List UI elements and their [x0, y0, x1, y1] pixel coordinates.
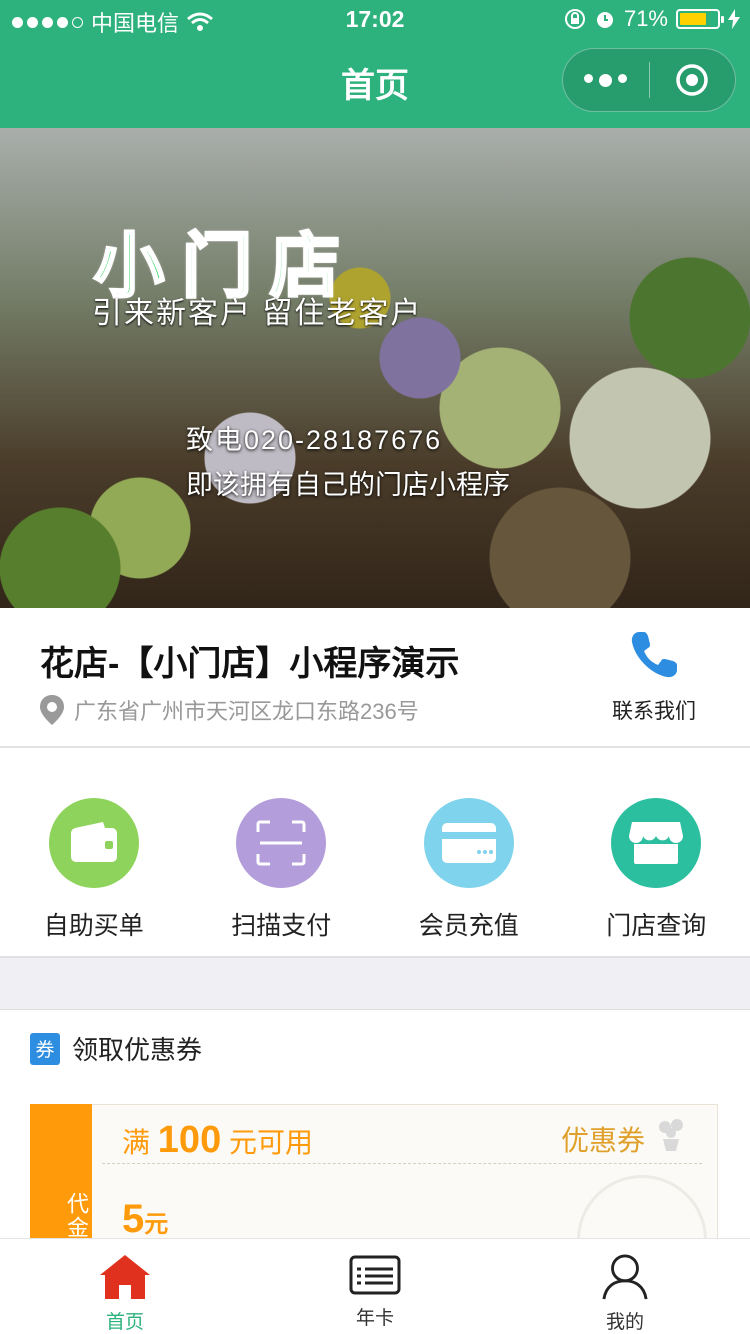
condition-prefix: 满 [122, 1127, 151, 1158]
card-icon [423, 798, 514, 888]
action-label: 自助买单 [43, 912, 144, 940]
rotation-lock-icon [564, 9, 585, 29]
action-label: 会员充值 [418, 912, 519, 940]
flower-pot-icon [659, 1119, 683, 1151]
coupon-stamp [577, 1175, 707, 1238]
coupon-tag: 代金券 [30, 1104, 92, 1238]
coupon-title: 优惠券 [560, 1125, 645, 1156]
coupon-condition: 满 100 元可用 [122, 1119, 313, 1162]
contact-us-label: 联系我们 [612, 700, 696, 723]
shop-address: 广东省广州市天河区龙口东路236号 [74, 699, 419, 724]
coupon-card[interactable]: 代金券 满 100 元可用 优惠券 5元 [30, 1104, 718, 1238]
store-icon [611, 798, 702, 888]
tab-mine[interactable]: 我的 [500, 1239, 750, 1334]
user-icon [602, 1254, 648, 1300]
tab-label: 首页 [105, 1312, 144, 1333]
wallet-icon [48, 798, 139, 888]
action-self-checkout[interactable]: 自助买单 [0, 748, 188, 956]
coupon-body: 满 100 元可用 优惠券 5元 [92, 1104, 718, 1238]
battery-icon [676, 9, 724, 29]
shop-name: 花店-【小门店】小程序演示 [40, 645, 460, 683]
tab-home[interactable]: 首页 [0, 1239, 250, 1334]
banner[interactable]: 小门店 引来新客户 留住老客户 致电020-28187676 即该拥有自己的门店… [0, 128, 750, 608]
tab-bar: 首页 年卡 我的 [0, 1238, 750, 1334]
home-icon [100, 1255, 150, 1299]
amount-unit: 元 [144, 1211, 169, 1238]
action-label: 扫描支付 [231, 912, 332, 940]
status-right: 71% [564, 6, 740, 32]
top-bar: 中国电信 17:02 71% 首页 [0, 0, 750, 128]
amount-value: 5 [122, 1197, 145, 1238]
close-target-icon[interactable] [650, 63, 736, 97]
tab-label: 我的 [605, 1312, 644, 1333]
coupon-section-header: 券 领取优惠券 [30, 1030, 202, 1067]
card-list-icon [349, 1255, 401, 1295]
action-label: 门店查询 [606, 912, 707, 940]
tab-label: 年卡 [355, 1308, 394, 1329]
coupon-section-title: 领取优惠券 [72, 1035, 203, 1065]
shop-address-row[interactable]: 广东省广州市天河区龙口东路236号 [40, 694, 419, 726]
shop-info: 花店-【小门店】小程序演示 广东省广州市天河区龙口东路236号 联系我们 [0, 608, 750, 748]
quick-actions: 自助买单 扫描支付 会员充值 门店查询 [0, 748, 750, 958]
coupon-icon: 券 [30, 1032, 60, 1065]
more-icon[interactable] [563, 73, 649, 87]
coupon-section: 券 领取优惠券 代金券 满 100 元可用 优惠券 5元 [0, 1010, 750, 1238]
alarm-icon [596, 12, 613, 28]
contact-us-button[interactable]: 联系我们 [604, 628, 704, 725]
banner-slogan: 引来新客户 留住老客户 [92, 297, 423, 330]
phone-icon [631, 632, 677, 678]
condition-amount: 100 [157, 1119, 222, 1161]
action-scan-pay[interactable]: 扫描支付 [188, 748, 376, 956]
banner-promo-text: 即该拥有自己的门店小程序 [186, 470, 510, 500]
coupon-dashed-line [102, 1163, 702, 1164]
charging-icon [728, 9, 740, 29]
battery-percent: 71% [623, 6, 668, 31]
coupon-amount: 5元 [122, 1197, 168, 1238]
mini-program-capsule [562, 48, 736, 112]
section-divider [0, 958, 750, 1010]
banner-phone: 致电020-28187676 [186, 425, 443, 455]
action-store-lookup[interactable]: 门店查询 [563, 748, 750, 956]
action-member-recharge[interactable]: 会员充值 [375, 748, 563, 956]
banner-shade [0, 128, 750, 608]
condition-suffix: 元可用 [228, 1127, 313, 1158]
status-bar: 中国电信 17:02 71% [0, 0, 750, 40]
scan-icon [236, 798, 327, 888]
tab-annual-card[interactable]: 年卡 [250, 1239, 500, 1334]
location-pin-icon [40, 695, 64, 725]
